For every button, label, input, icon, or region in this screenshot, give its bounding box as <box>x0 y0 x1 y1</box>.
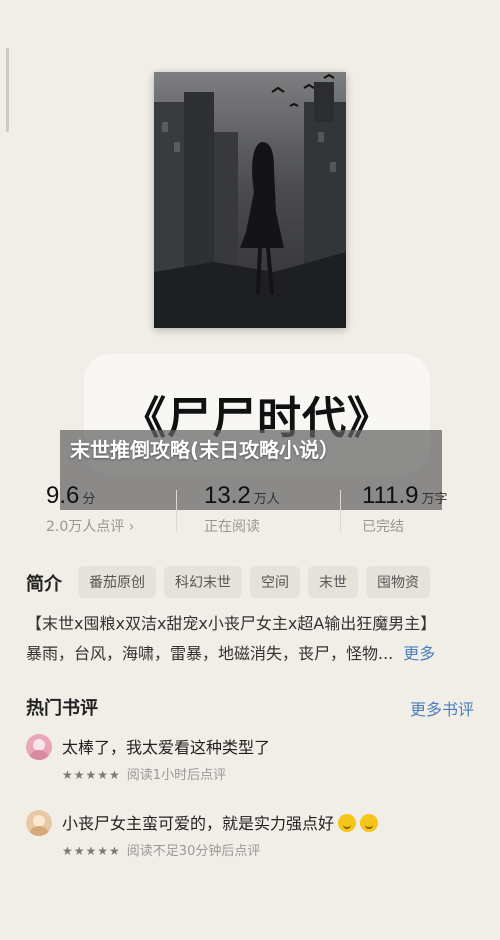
more-reviews-link[interactable]: 更多书评 <box>410 696 474 720</box>
overlay-title: 末世推倒攻略(末日攻略小说） <box>70 438 340 462</box>
review-meta: ★★★★★ 阅读不足30分钟后点评 <box>62 840 260 859</box>
readers-unit: 万人 <box>253 492 280 507</box>
star-icon: ★★★★★ <box>62 844 121 858</box>
divider <box>340 490 341 532</box>
reviews-heading: 热门书评 <box>26 698 98 719</box>
tag[interactable]: 囤物资 <box>366 566 430 598</box>
book-cover[interactable] <box>154 72 346 328</box>
intro-heading: 简介 <box>26 574 62 595</box>
avatar <box>26 734 52 760</box>
intro-text-line1: 【末世x囤粮x双洁x甜宠x小丧尸女主x超A输出狂魔男主】 <box>26 614 437 633</box>
review-time: 阅读不足30分钟后点评 <box>126 844 261 859</box>
review-text-content: 小丧尸女主蛮可爱的，就是实力强点好 <box>62 814 335 833</box>
tag[interactable]: 番茄原创 <box>78 566 156 598</box>
wordcount-unit: 万字 <box>421 492 448 507</box>
readers-label: 正在阅读 <box>204 519 260 535</box>
tag-list: 番茄原创 科幻末世 空间 末世 囤物资 <box>78 566 430 598</box>
intro-text-line2: 暴雨，台风，海啸，雷暴，地磁消失，丧尸，怪物... 更多 <box>26 640 486 664</box>
review-time: 阅读1小时后点评 <box>126 768 227 783</box>
rating-value: 9.6 <box>46 482 80 509</box>
stat-rating[interactable]: 9.6 分 2.0万人点评 › <box>46 482 186 536</box>
cover-image <box>154 73 346 328</box>
stat-readers: 13.2 万人 正在阅读 <box>204 482 344 536</box>
intro-text-line2-content: 暴雨，台风，海啸，雷暴，地磁消失，丧尸，怪物... <box>26 644 394 663</box>
review-text: 小丧尸女主蛮可爱的，就是实力强点好 <box>62 810 379 834</box>
rating-unit: 分 <box>82 492 96 507</box>
tag[interactable]: 空间 <box>250 566 300 598</box>
review-meta: ★★★★★ 阅读1小时后点评 <box>62 764 226 783</box>
readers-value: 13.2 <box>204 482 251 509</box>
emoji-icon <box>360 814 379 832</box>
divider <box>176 490 177 532</box>
emoji-icon <box>338 814 357 832</box>
rating-count: 2.0万人点评 › <box>46 519 135 535</box>
stat-wordcount: 111.9 万字 已完结 <box>362 482 500 536</box>
scroll-indicator[interactable] <box>6 48 9 132</box>
tag[interactable]: 科幻末世 <box>164 566 242 598</box>
status-label: 已完结 <box>362 519 404 535</box>
more-intro-link[interactable]: 更多 <box>403 644 435 663</box>
stats-row: 9.6 分 2.0万人点评 › 13.2 万人 正在阅读 111.9 万字 已完结 <box>30 482 480 542</box>
avatar <box>26 810 52 836</box>
review-text: 太棒了，我太爱看这种类型了 <box>62 738 271 757</box>
tag[interactable]: 末世 <box>308 566 358 598</box>
star-icon: ★★★★★ <box>62 768 121 782</box>
wordcount-value: 111.9 <box>362 482 419 509</box>
